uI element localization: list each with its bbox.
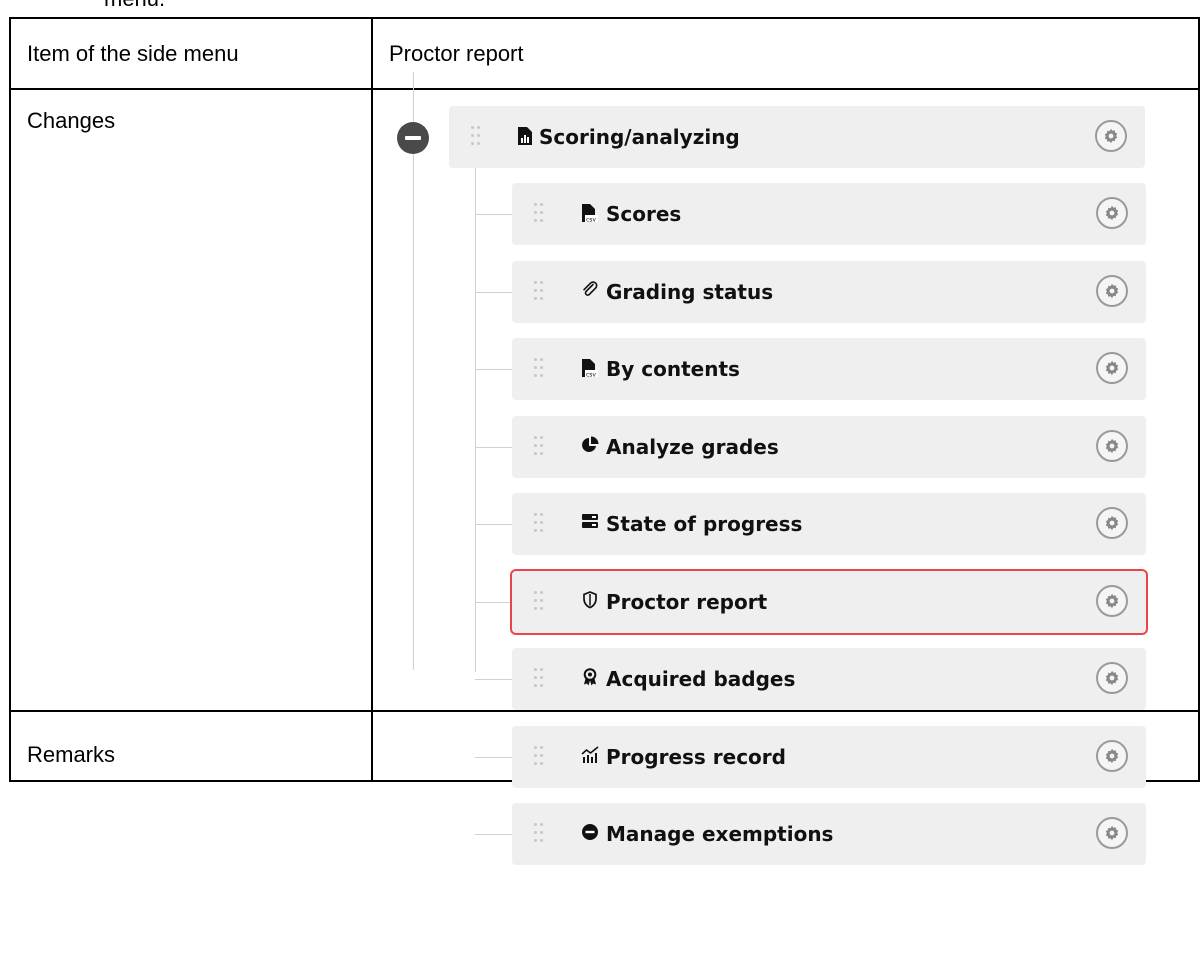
tree-connector: [475, 447, 512, 448]
pie-chart-icon: [580, 436, 600, 458]
file-csv-icon: csv: [580, 358, 600, 380]
table-cell: Scoring/analyzing csv Scores Grading statu…: [371, 72, 1200, 865]
table-cell: Changes: [9, 88, 373, 712]
menu-label: State of progress: [606, 512, 803, 536]
menu-row-proctor-report[interactable]: Proctor report: [510, 569, 1148, 635]
menu-label: Progress record: [606, 745, 786, 769]
drag-handle-icon[interactable]: [534, 281, 544, 303]
menu-label: By contents: [606, 357, 740, 381]
menu-label: Manage exemptions: [606, 822, 834, 846]
svg-text:csv: csv: [586, 372, 596, 379]
menu-row-state-of-progress[interactable]: State of progress: [512, 493, 1146, 555]
gear-icon[interactable]: [1096, 352, 1128, 384]
table-cell: Proctor report: [371, 17, 1200, 90]
menu-label: Acquired badges: [606, 667, 796, 691]
menu-label: Scoring/analyzing: [539, 125, 740, 149]
row-label-changes: Changes: [27, 108, 116, 133]
drag-handle-icon[interactable]: [534, 746, 544, 768]
menu-label: Scores: [606, 202, 682, 226]
row-label-remarks: Remarks: [27, 742, 116, 767]
paperclip-icon: [580, 281, 600, 303]
file-csv-icon: csv: [580, 203, 600, 225]
drag-handle-icon[interactable]: [534, 823, 544, 845]
drag-handle-icon[interactable]: [534, 436, 544, 458]
spec-table: Item of the side menu Proctor report Cha…: [9, 17, 1200, 865]
tree-connector: [475, 369, 512, 370]
table-row: Item of the side menu Proctor report: [9, 17, 1200, 90]
drag-handle-icon[interactable]: [534, 591, 544, 613]
tree-connector: [475, 757, 512, 758]
tree-line: [413, 72, 414, 670]
menu-label: Grading status: [606, 280, 774, 304]
table-cell: Remarks: [9, 710, 373, 782]
menu-row-acquired-badges[interactable]: Acquired badges: [512, 648, 1146, 710]
row-value-side-menu: Proctor report: [389, 41, 524, 66]
server-icon: [580, 513, 600, 535]
gear-icon[interactable]: [1096, 662, 1128, 694]
menu-row-scoring-analyzing[interactable]: Scoring/analyzing: [449, 106, 1145, 168]
gear-icon[interactable]: [1095, 120, 1127, 152]
tree-connector: [475, 292, 512, 293]
tree-connector: [475, 679, 512, 680]
menu-row-by-contents[interactable]: csv By contents: [512, 338, 1146, 400]
tree-connector: [475, 214, 512, 215]
tree-connector: [475, 602, 512, 603]
table-cell: Item of the side menu: [9, 17, 373, 90]
gear-icon[interactable]: [1096, 275, 1128, 307]
gear-icon[interactable]: [1096, 430, 1128, 462]
tree-line: [475, 168, 476, 672]
gear-icon[interactable]: [1096, 740, 1128, 772]
shield-icon: [580, 591, 600, 613]
menu-row-grading-status[interactable]: Grading status: [512, 261, 1146, 323]
menu-label: Proctor report: [606, 590, 768, 614]
minus-circle-icon: [580, 823, 600, 845]
menu-row-progress-record[interactable]: Progress record: [512, 726, 1146, 788]
drag-handle-icon[interactable]: [534, 513, 544, 535]
collapse-icon[interactable]: [397, 122, 429, 154]
menu-row-analyze-grades[interactable]: Analyze grades: [512, 416, 1146, 478]
award-icon: [580, 668, 600, 690]
drag-handle-icon[interactable]: [534, 203, 544, 225]
gear-icon[interactable]: [1096, 507, 1128, 539]
menu-row-scores[interactable]: csv Scores: [512, 183, 1146, 245]
chart-line-icon: [580, 746, 600, 768]
preceding-text: menu.: [104, 0, 165, 12]
gear-icon[interactable]: [1096, 817, 1128, 849]
row-label-side-menu: Item of the side menu: [27, 41, 239, 66]
tree-connector: [475, 834, 512, 835]
menu-label: Analyze grades: [606, 435, 779, 459]
gear-icon[interactable]: [1096, 197, 1128, 229]
table-row: Changes Scoring/analyzing csv Scores Gra…: [9, 72, 1200, 865]
gear-icon[interactable]: [1096, 585, 1128, 617]
file-chart-icon: [515, 126, 535, 148]
drag-handle-icon[interactable]: [471, 126, 481, 148]
drag-handle-icon[interactable]: [534, 358, 544, 380]
menu-row-manage-exemptions[interactable]: Manage exemptions: [512, 803, 1146, 865]
svg-text:csv: csv: [586, 217, 596, 224]
tree-connector: [475, 524, 512, 525]
side-menu-settings-tree: Scoring/analyzing csv Scores Grading statu…: [373, 72, 1198, 865]
drag-handle-icon[interactable]: [534, 668, 544, 690]
